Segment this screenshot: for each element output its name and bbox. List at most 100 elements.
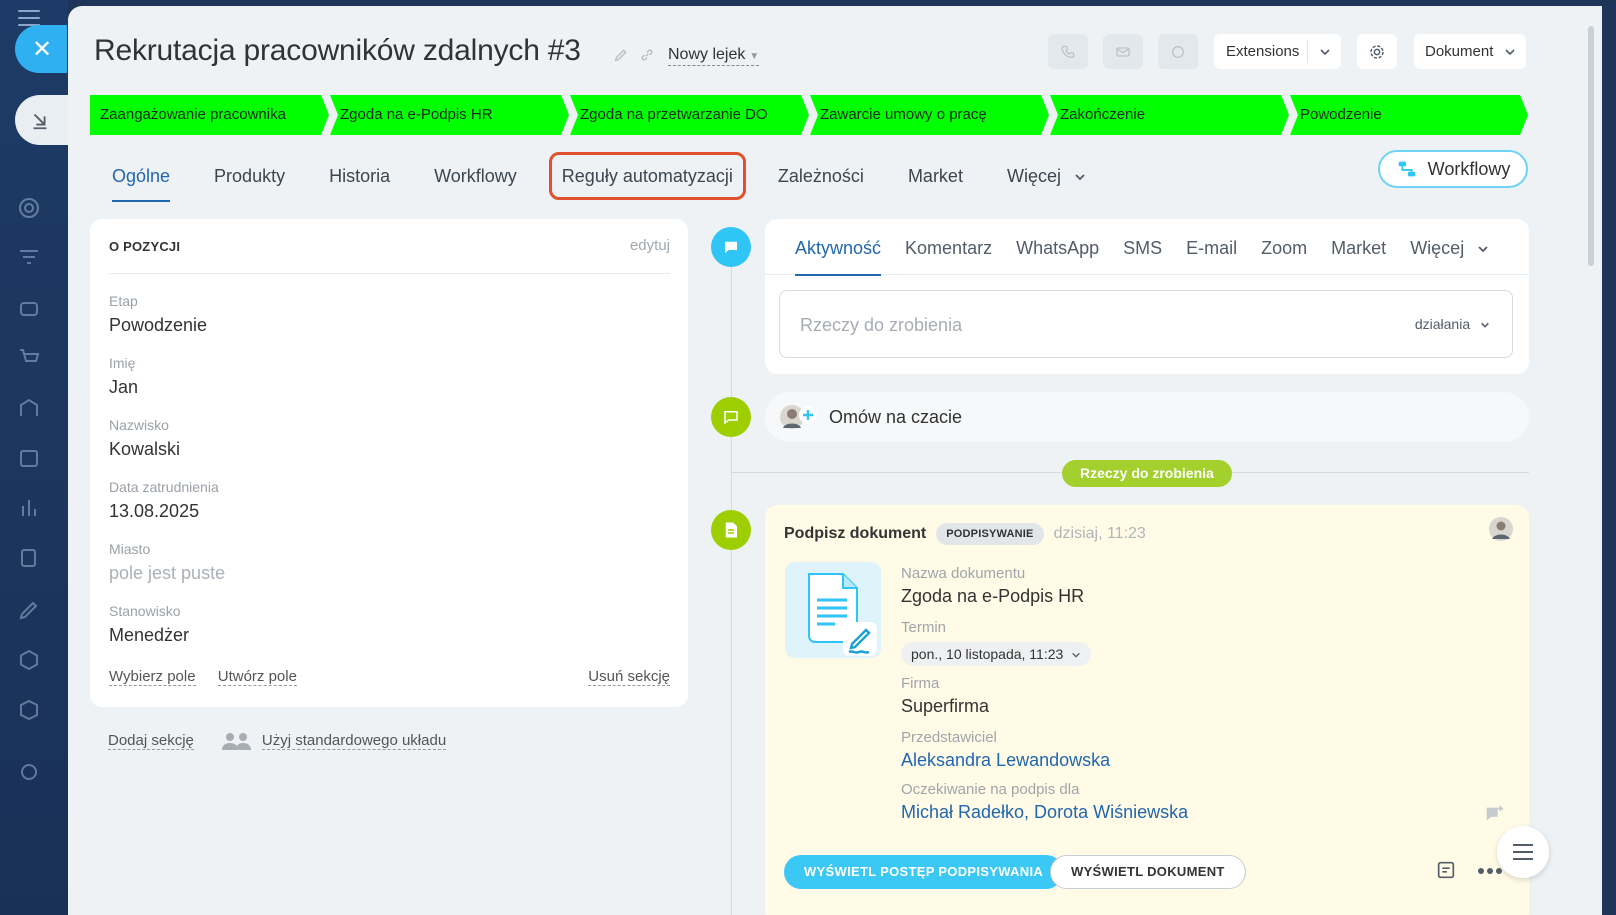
- chart-icon[interactable]: [17, 496, 41, 520]
- field-label: Imię: [109, 355, 136, 371]
- link-icon[interactable]: [639, 47, 655, 63]
- robot-icon[interactable]: [17, 296, 41, 320]
- document-edit-icon[interactable]: [17, 546, 41, 570]
- stage-1[interactable]: Zaangażowanie pracownika: [90, 95, 329, 135]
- call-button[interactable]: [1048, 34, 1088, 69]
- activity-title[interactable]: Podpisz dokument: [784, 525, 926, 543]
- tab-history[interactable]: Historia: [307, 156, 412, 196]
- activity-tab-whatsapp[interactable]: WhatsApp: [1004, 219, 1111, 275]
- stage-4[interactable]: Zawarcie umowy o pracę: [810, 95, 1049, 135]
- view-document-button[interactable]: WYŚWIETL DOKUMENT: [1050, 855, 1246, 889]
- stage-2[interactable]: Zgoda na e-Podpis HR: [330, 95, 569, 135]
- field-first-name[interactable]: Imię Jan: [109, 355, 138, 398]
- calendar-icon[interactable]: [17, 446, 41, 470]
- tab-dependencies[interactable]: Zależności: [756, 156, 886, 196]
- stage-pipeline: Zaangażowanie pracownika Zgoda na e-Podp…: [90, 95, 1529, 135]
- view-signing-progress-button[interactable]: WYŚWIETL POSTĘP PODPISYWANIA: [784, 855, 1064, 889]
- activity-tab-sms[interactable]: SMS: [1111, 219, 1174, 275]
- timeline-activity-dot: [711, 227, 751, 267]
- chat-button[interactable]: [1158, 34, 1198, 69]
- representative-link[interactable]: Aleksandra Lewandowska: [901, 750, 1110, 771]
- tab-general[interactable]: Ogólne: [90, 156, 192, 202]
- delete-section-link[interactable]: Usuń sekcję: [588, 668, 670, 686]
- todo-section-badge: Rzeczy do zrobienia: [1062, 460, 1232, 487]
- field-value: 13.08.2025: [109, 501, 200, 521]
- divider: [109, 273, 670, 274]
- field-label: Oczekiwanie na podpis dla: [901, 781, 1080, 798]
- funnel-selector[interactable]: Nowy lejek ▼: [668, 46, 760, 66]
- todo-input[interactable]: Rzeczy do zrobienia działania: [779, 290, 1513, 358]
- deadline-chip[interactable]: pon., 10 listopada, 11:23: [901, 642, 1092, 666]
- crm-item-panel: Rekrutacja pracowników zdalnych #3 Nowy …: [68, 6, 1602, 915]
- activity-time: dzisiaj, 11:23: [1053, 525, 1146, 542]
- activity-tab-activity[interactable]: Aktywność: [783, 219, 893, 276]
- field-value: Powodzenie: [109, 315, 208, 335]
- tab-more[interactable]: Więcej: [985, 156, 1108, 196]
- activity-tab-comment[interactable]: Komentarz: [893, 219, 1004, 275]
- timeline-line: [731, 256, 732, 915]
- workflows-button[interactable]: Workflowy: [1378, 150, 1528, 188]
- actions-dropdown[interactable]: działania: [1415, 316, 1490, 332]
- settings-button[interactable]: [1357, 34, 1397, 69]
- field-city[interactable]: Miasto pole jest puste: [109, 541, 225, 584]
- discuss-in-chat-label: Omów na czacie: [829, 406, 963, 427]
- discuss-in-chat-bar[interactable]: Omów na czacie: [765, 392, 1529, 442]
- stage-6[interactable]: Powodzenie: [1290, 95, 1528, 135]
- add-section-link[interactable]: Dodaj sekcję: [108, 732, 194, 750]
- doc-waiting-field: Oczekiwanie na podpis dla Michał Radełko…: [901, 781, 1188, 823]
- close-slider-button[interactable]: ✕: [15, 25, 67, 73]
- avatar[interactable]: [1489, 517, 1513, 541]
- activity-tab-email[interactable]: E-mail: [1174, 219, 1249, 275]
- field-label: Stanowisko: [109, 603, 181, 619]
- tab-products[interactable]: Produkty: [192, 156, 307, 196]
- minimize-button[interactable]: [15, 95, 68, 145]
- menu-icon[interactable]: [18, 10, 40, 26]
- note-icon[interactable]: [1435, 859, 1457, 881]
- document-button[interactable]: Dokument: [1414, 34, 1526, 69]
- field-stage[interactable]: Etap Powodzenie: [109, 293, 207, 336]
- field-label: Data zatrudnienia: [109, 479, 219, 495]
- edit-link[interactable]: edytuj: [630, 237, 670, 254]
- pencil-icon[interactable]: [613, 47, 629, 63]
- doc-name-field: Nazwa dokumentu Zgoda na e-Podpis HR: [901, 565, 1084, 607]
- workflows-button-label: Workflowy: [1427, 158, 1511, 179]
- signers-link[interactable]: Michał Radełko, Dorota Wiśniewska: [901, 802, 1188, 823]
- stage-5[interactable]: Zakończenie: [1050, 95, 1289, 135]
- chat-bubble-icon: [724, 411, 738, 425]
- hexagon-icon[interactable]: [17, 648, 41, 672]
- cart-icon[interactable]: [17, 346, 41, 370]
- tab-automation-rules[interactable]: Reguły automatyzacji: [548, 152, 746, 200]
- funnel-label: Nowy lejek: [668, 46, 746, 63]
- page-title: Rekrutacja pracowników zdalnych #3: [94, 34, 581, 67]
- cube-icon[interactable]: [17, 698, 41, 722]
- activity-tab-zoom[interactable]: Zoom: [1249, 219, 1319, 275]
- tab-workflows[interactable]: Workflowy: [412, 156, 539, 196]
- choose-field-link[interactable]: Wybierz pole: [109, 668, 196, 686]
- use-default-layout-link[interactable]: Użyj standardowego układu: [261, 732, 447, 750]
- timeline-document-dot: [711, 510, 751, 550]
- field-position[interactable]: Stanowisko Menedżer: [109, 603, 189, 646]
- warehouse-icon[interactable]: [17, 396, 41, 420]
- settings-icon[interactable]: [17, 760, 41, 784]
- activity-tab-market[interactable]: Market: [1319, 219, 1398, 275]
- create-field-link[interactable]: Utwórz pole: [217, 668, 297, 686]
- field-last-name[interactable]: Nazwisko Kowalski: [109, 417, 180, 460]
- activity-tab-more[interactable]: Więcej: [1398, 219, 1501, 275]
- field-hire-date[interactable]: Data zatrudnienia 13.08.2025: [109, 479, 219, 522]
- field-value: Zgoda na e-Podpis HR: [901, 586, 1085, 606]
- target-icon[interactable]: [17, 196, 41, 220]
- tab-market[interactable]: Market: [886, 156, 985, 196]
- comment-add-icon[interactable]: [1483, 803, 1505, 825]
- document-thumbnail[interactable]: [785, 562, 881, 658]
- extensions-button[interactable]: Extensions: [1214, 34, 1341, 69]
- doc-representative-field: Przedstawiciel Aleksandra Lewandowska: [901, 729, 1110, 771]
- email-button[interactable]: [1103, 34, 1143, 69]
- more-icon[interactable]: [1477, 867, 1503, 875]
- status-badge: PODPISYWANIE: [936, 523, 1044, 545]
- extensions-label: Extensions: [1226, 43, 1300, 60]
- sign-icon[interactable]: [17, 598, 41, 622]
- filter-icon[interactable]: [17, 246, 41, 270]
- bottom-menu-button[interactable]: [1497, 826, 1549, 878]
- page-scrollbar[interactable]: [1588, 26, 1594, 266]
- stage-3[interactable]: Zgoda na przetwarzanie DO: [570, 95, 809, 135]
